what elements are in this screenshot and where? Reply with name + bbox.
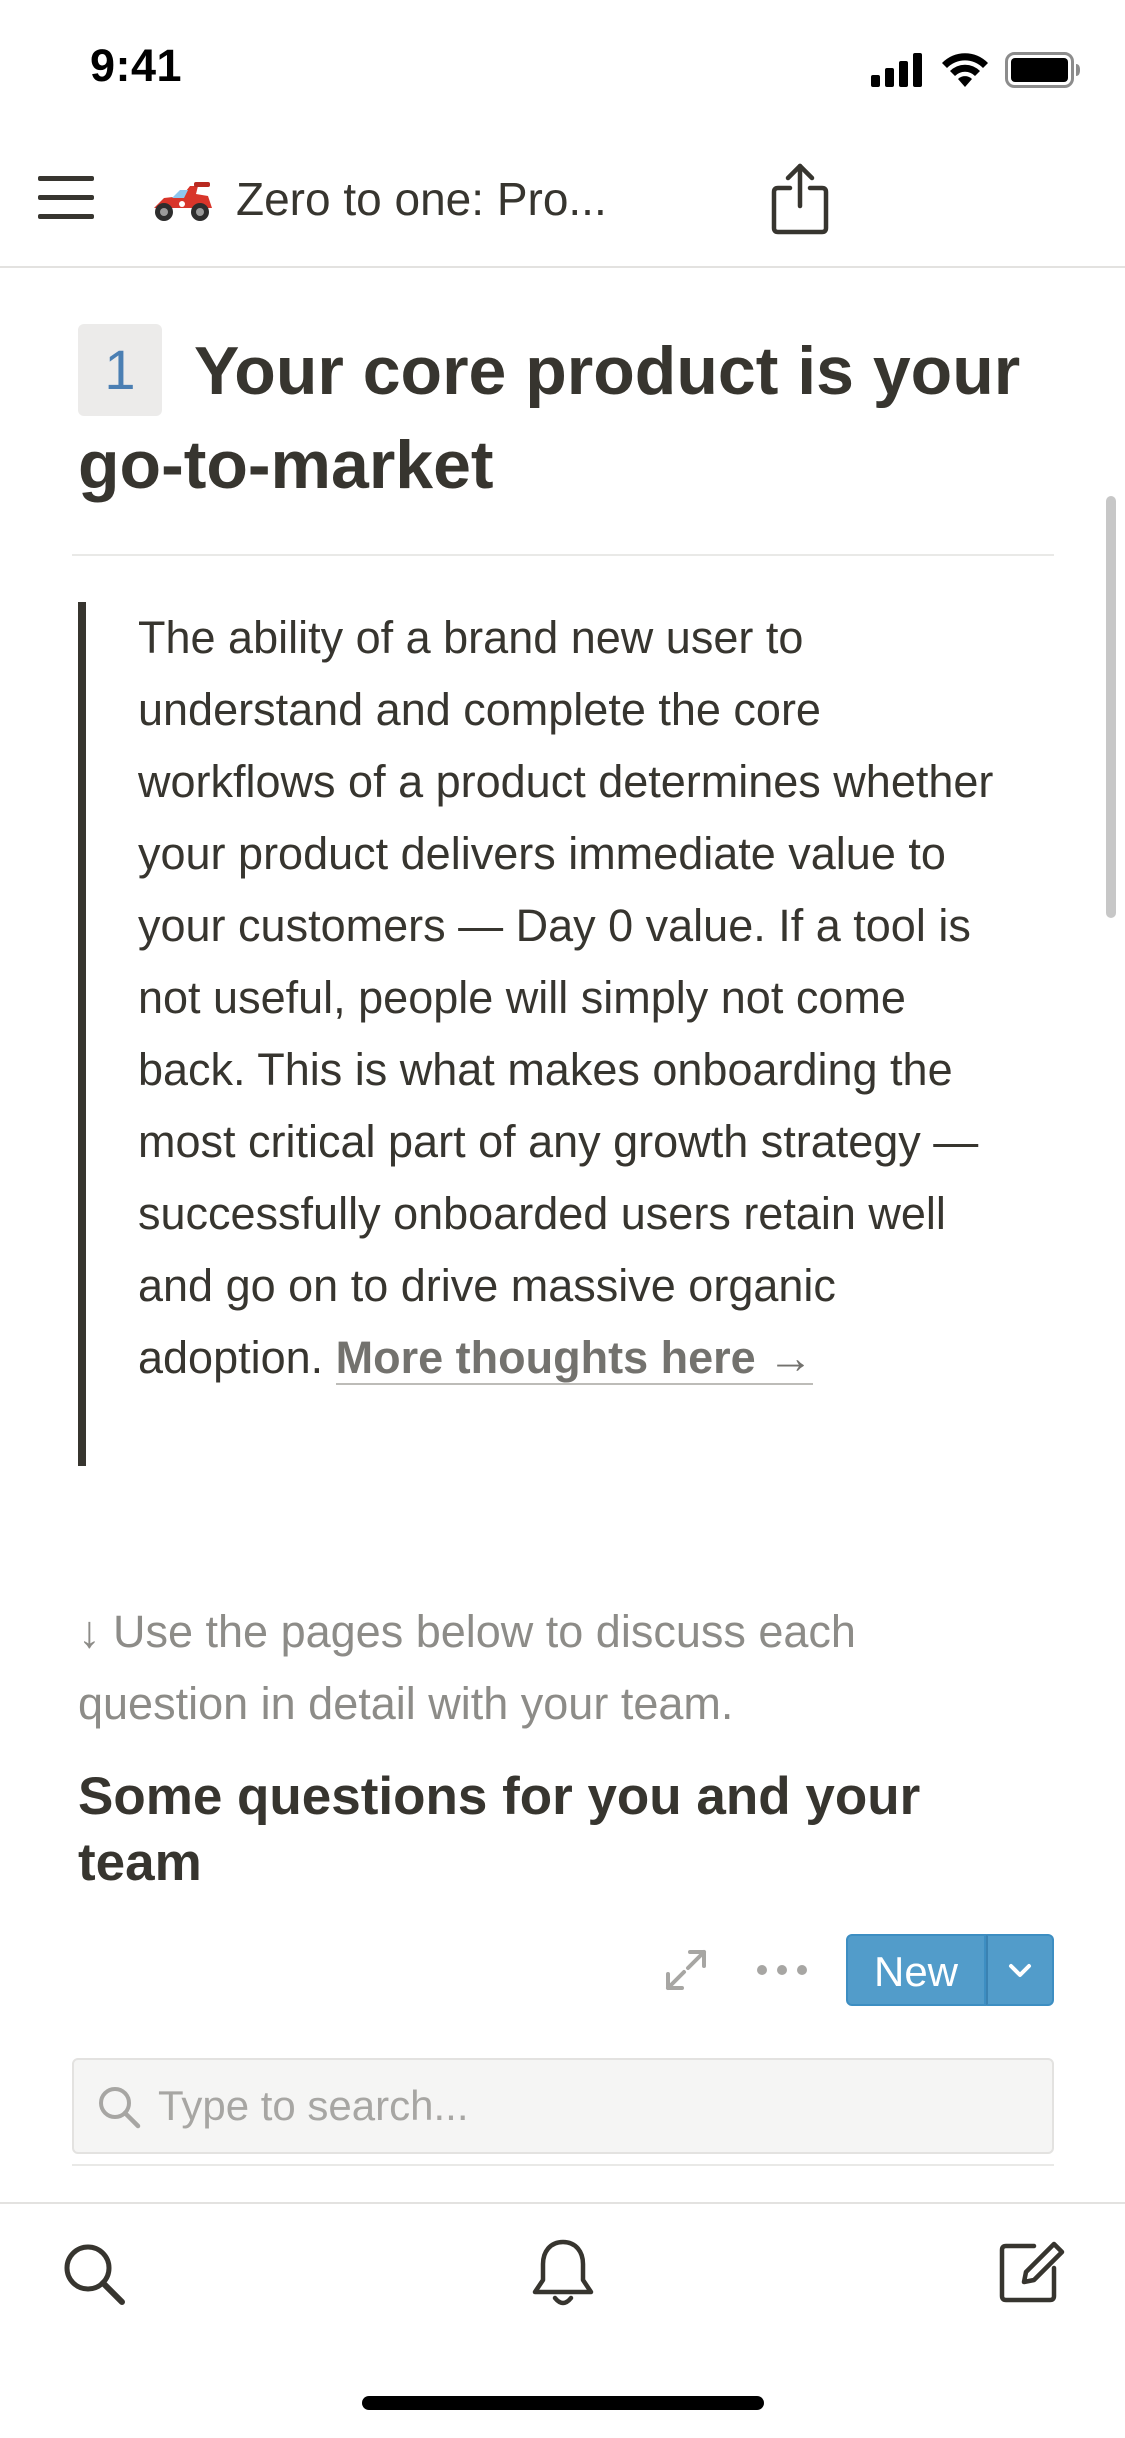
- bell-icon[interactable]: [530, 2236, 596, 2312]
- page-heading: 1 Your core product is your go-to-market: [78, 324, 1038, 512]
- heading-number-badge: 1: [78, 324, 162, 416]
- section-heading: Some questions for you and your team: [78, 1767, 921, 1892]
- home-indicator[interactable]: [362, 2396, 764, 2410]
- new-button[interactable]: New: [846, 1934, 986, 2006]
- search-input[interactable]: [158, 2060, 1028, 2152]
- scrollbar[interactable]: [1106, 496, 1116, 918]
- page-content[interactable]: 1 Your core product is your go-to-market …: [0, 268, 1125, 2202]
- database-search: [72, 2058, 1054, 2154]
- new-dropdown-button[interactable]: [986, 1934, 1054, 2006]
- search-icon[interactable]: [60, 2240, 128, 2308]
- heading-text: Your core product is your go-to-market: [78, 333, 1021, 503]
- divider: [72, 554, 1054, 556]
- nav-bar: Zero to one: Pro...: [0, 132, 1125, 268]
- database-toolbar: New: [660, 1934, 1054, 2006]
- more-options-icon[interactable]: [752, 1944, 812, 1996]
- wifi-icon: [942, 53, 988, 87]
- cellular-signal-icon: [871, 53, 922, 87]
- table-top-border: [72, 2164, 1054, 2166]
- battery-icon: [1005, 52, 1080, 88]
- search-icon: [99, 2087, 141, 2129]
- quote-block: The ability of a brand new user to under…: [78, 602, 998, 1466]
- share-icon[interactable]: [768, 160, 832, 236]
- status-time: 9:41: [90, 40, 183, 91]
- quote-text: The ability of a brand new user to under…: [138, 612, 994, 1383]
- compose-icon[interactable]: [996, 2234, 1066, 2306]
- status-bar: 9:41: [0, 0, 1125, 132]
- more-thoughts-link[interactable]: More thoughts here →: [335, 1332, 814, 1385]
- menu-icon[interactable]: [38, 172, 94, 224]
- expand-icon[interactable]: [660, 1944, 712, 1996]
- status-icons: [871, 52, 1081, 88]
- hint-text: ↓ Use the pages below to discuss each qu…: [78, 1606, 856, 1729]
- page-title-nav[interactable]: Zero to one: Pro...: [236, 172, 607, 226]
- race-car-icon: [154, 182, 212, 221]
- chevron-down-icon: [1009, 1964, 1031, 1977]
